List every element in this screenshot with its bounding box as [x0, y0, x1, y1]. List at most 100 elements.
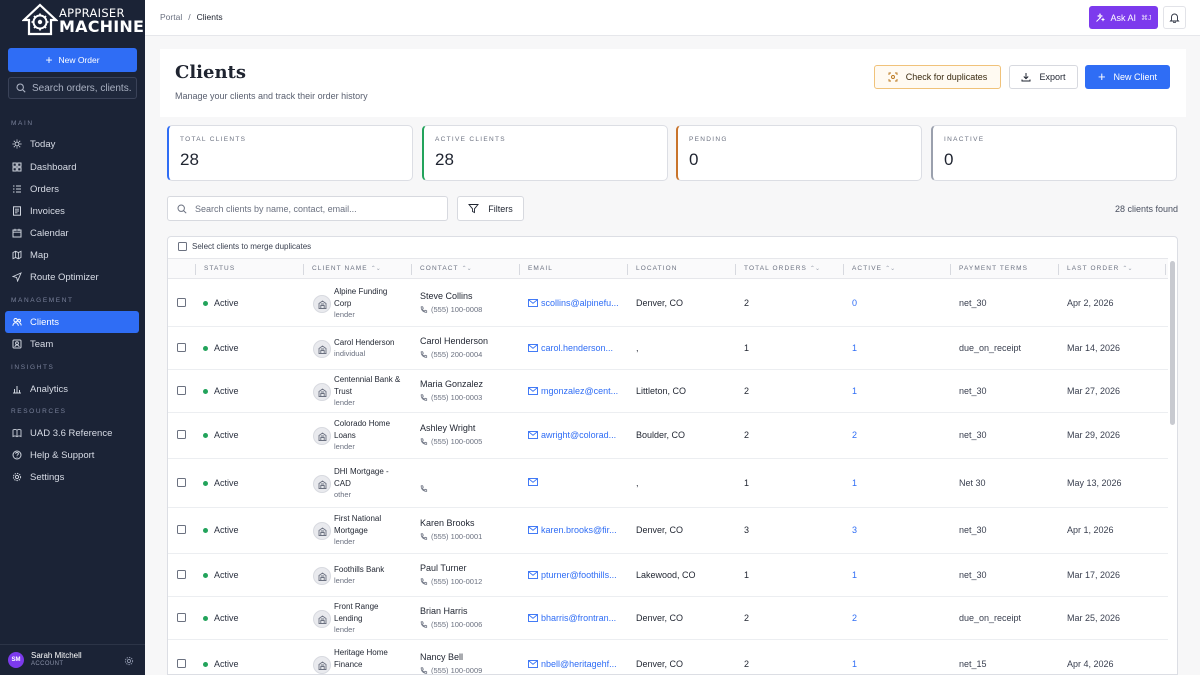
- email-link[interactable]: scollins@alpinefu...: [528, 298, 622, 308]
- client-name[interactable]: DHI Mortgage - CAD: [334, 466, 406, 490]
- status-badge: Active: [203, 525, 239, 535]
- sidebar-item-settings[interactable]: Settings: [5, 466, 139, 488]
- sidebar-item-uad-reference[interactable]: UAD 3.6 Reference: [5, 422, 139, 444]
- sidebar-search-input[interactable]: [32, 82, 132, 94]
- status-dot: [203, 345, 208, 351]
- active-orders-link[interactable]: 1: [852, 659, 857, 669]
- gear-icon: [12, 472, 22, 482]
- row-checkbox[interactable]: [177, 343, 186, 352]
- phone-text: (555) 100-0008: [431, 305, 483, 314]
- table-row[interactable]: Active Alpine Funding Corp lender Steve Coll…: [168, 280, 1168, 327]
- table-row[interactable]: Active DHI Mortgage - CAD other, 1 1 Net 30 May…: [168, 459, 1168, 508]
- client-name[interactable]: Alpine Funding Corp: [334, 286, 406, 310]
- column-header-contact[interactable]: CONTACT ⌃⌄: [420, 265, 472, 272]
- client-name[interactable]: First National Mortgage: [334, 513, 406, 537]
- brand-logo[interactable]: APPRAISER MACHINE: [22, 3, 144, 37]
- check-duplicates-button[interactable]: Check for duplicates: [874, 65, 1001, 89]
- merge-select[interactable]: Select clients to merge duplicates: [178, 242, 311, 251]
- column-header-client-name[interactable]: CLIENT NAME ⌃⌄: [312, 265, 381, 272]
- sidebar-item-dashboard[interactable]: Dashboard: [5, 156, 139, 178]
- merge-checkbox[interactable]: [178, 242, 187, 251]
- email-link[interactable]: awright@colorad...: [528, 430, 622, 440]
- row-checkbox[interactable]: [177, 478, 186, 487]
- client-search-input[interactable]: [195, 203, 435, 214]
- column-header-email[interactable]: EMAIL: [528, 265, 553, 272]
- sidebar-item-invoices[interactable]: Invoices: [5, 200, 139, 222]
- email-link[interactable]: karen.brooks@fir...: [528, 525, 622, 535]
- column-header-last-order[interactable]: LAST ORDER ⌃⌄: [1067, 265, 1132, 272]
- active-orders-link[interactable]: 0: [852, 298, 857, 308]
- bar-chart-icon: [12, 384, 22, 394]
- column-header-status[interactable]: STATUS: [204, 265, 235, 272]
- column-header-total-orders[interactable]: TOTAL ORDERS ⌃⌄: [744, 265, 820, 272]
- active-orders-link[interactable]: 2: [852, 430, 857, 440]
- client-name[interactable]: Centennial Bank & Trust: [334, 374, 406, 398]
- row-checkbox[interactable]: [177, 525, 186, 534]
- new-client-button[interactable]: + New Client: [1085, 65, 1170, 89]
- client-name-line: Trust: [334, 387, 352, 396]
- client-search[interactable]: [167, 196, 448, 221]
- active-orders-link[interactable]: 2: [852, 613, 857, 623]
- table-row[interactable]: Active Carol Henderson individual Carol Hen…: [168, 327, 1168, 370]
- email-link[interactable]: carol.henderson...: [528, 343, 622, 353]
- gear-icon[interactable]: [124, 655, 134, 669]
- email-text: mgonzalez@cent...: [541, 386, 619, 396]
- client-name[interactable]: Foothills Bank: [334, 564, 406, 576]
- active-orders-link[interactable]: 3: [852, 525, 857, 535]
- notifications-button[interactable]: [1163, 6, 1186, 29]
- sidebar-item-help[interactable]: Help & Support: [5, 444, 139, 466]
- active-orders-link[interactable]: 1: [852, 478, 857, 488]
- export-button[interactable]: Export: [1009, 65, 1078, 89]
- invoice-icon: [12, 206, 22, 216]
- new-order-button[interactable]: + New Order: [8, 48, 137, 72]
- breadcrumb-portal[interactable]: Portal: [160, 12, 182, 22]
- sidebar-item-orders[interactable]: Orders: [5, 178, 139, 200]
- column-header-location[interactable]: LOCATION: [636, 265, 678, 272]
- row-checkbox[interactable]: [177, 570, 186, 579]
- client-avatar: [313, 656, 331, 674]
- sidebar-item-analytics[interactable]: Analytics: [5, 378, 139, 400]
- row-checkbox[interactable]: [177, 659, 186, 668]
- sidebar-item-clients[interactable]: Clients: [5, 311, 139, 333]
- filters-button[interactable]: Filters: [457, 196, 524, 221]
- sidebar-item-today[interactable]: Today: [5, 133, 139, 155]
- table-row[interactable]: Active Colorado Home Loans lender Ashley Wri…: [168, 413, 1168, 459]
- sidebar-item-calendar[interactable]: Calendar: [5, 222, 139, 244]
- table-row[interactable]: Active First National Mortgage lender Karen …: [168, 508, 1168, 554]
- client-name[interactable]: Front Range Lending: [334, 601, 406, 625]
- email-link[interactable]: mgonzalez@cent...: [528, 386, 622, 396]
- client-name-line: Lending: [334, 614, 363, 623]
- row-checkbox[interactable]: [177, 430, 186, 439]
- active-orders-link[interactable]: 1: [852, 386, 857, 396]
- ask-ai-button[interactable]: Ask AI ⌘J: [1089, 6, 1158, 29]
- sidebar-item-team[interactable]: Team: [5, 333, 139, 355]
- building-icon: [318, 526, 326, 536]
- email-link[interactable]: [528, 478, 622, 486]
- phone-icon: [420, 532, 428, 540]
- table-row[interactable]: Active Centennial Bank & Trust lender Maria …: [168, 370, 1168, 413]
- phone-text: (555) 100-0012: [431, 577, 483, 586]
- client-name[interactable]: Colorado Home Loans: [334, 418, 406, 442]
- table-row[interactable]: Active Heritage Home Finance Nancy Bell (555…: [168, 640, 1168, 674]
- new-client-label: New Client: [1113, 72, 1158, 82]
- row-checkbox[interactable]: [177, 298, 186, 307]
- sidebar-search[interactable]: [8, 77, 137, 99]
- sidebar-item-map[interactable]: Map: [5, 244, 139, 266]
- email-link[interactable]: bharris@frontran...: [528, 613, 622, 623]
- user-account[interactable]: SM Sarah Mitchell ACCOUNT: [0, 644, 145, 675]
- table-row[interactable]: Active Foothills Bank lender Paul Turner (55…: [168, 554, 1168, 597]
- column-header-payment-terms[interactable]: PAYMENT TERMS: [959, 265, 1028, 272]
- row-checkbox[interactable]: [177, 613, 186, 622]
- active-orders-link[interactable]: 1: [852, 343, 857, 353]
- table-row[interactable]: Active Front Range Lending lender Brian Harr…: [168, 597, 1168, 640]
- column-header-active[interactable]: ACTIVE ⌃⌄: [852, 265, 895, 272]
- client-name[interactable]: Heritage Home Finance: [334, 647, 406, 671]
- stat-value: 28: [180, 150, 199, 169]
- table-scrollbar[interactable]: [1170, 261, 1175, 425]
- active-orders-link[interactable]: 1: [852, 570, 857, 580]
- sidebar-item-route-optimizer[interactable]: Route Optimizer: [5, 266, 139, 288]
- email-link[interactable]: pturner@foothills...: [528, 570, 622, 580]
- email-link[interactable]: nbell@heritagehf...: [528, 659, 622, 669]
- row-checkbox[interactable]: [177, 386, 186, 395]
- client-name[interactable]: Carol Henderson: [334, 337, 406, 349]
